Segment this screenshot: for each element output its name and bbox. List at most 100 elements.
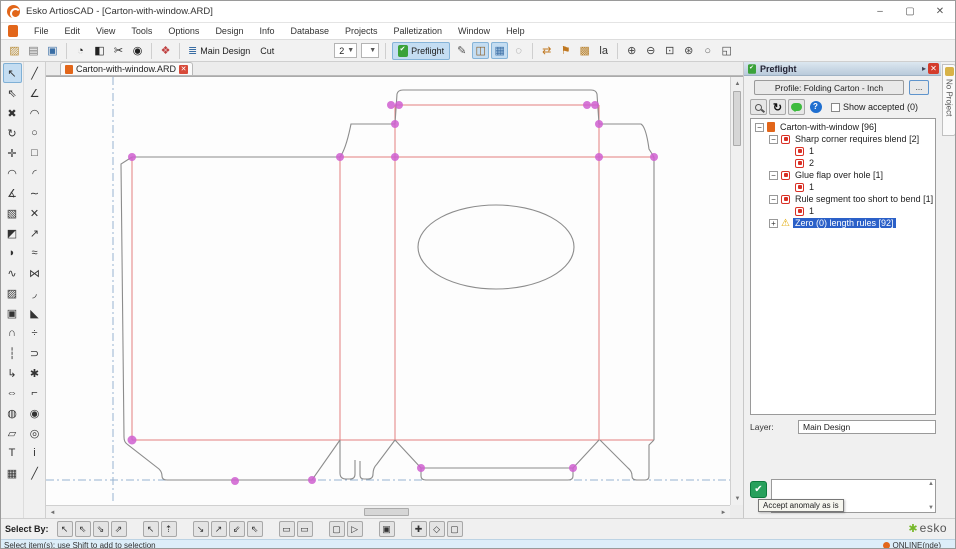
maximize-button[interactable]: ▢	[895, 1, 925, 22]
convert-to-3d-icon[interactable]: ◧	[91, 42, 108, 59]
dimension-tool[interactable]: ⇔	[3, 383, 22, 403]
hscroll-thumb[interactable]	[364, 508, 409, 516]
select-curve-button[interactable]: ⇙	[228, 521, 245, 537]
tree-item[interactable]: 1	[751, 145, 935, 157]
select-layer-button[interactable]: ▷	[346, 521, 363, 537]
drawing-canvas[interactable]: ▲ ▼ ◄ ►	[46, 76, 743, 518]
profile-more-button[interactable]: ...	[909, 80, 929, 95]
lasso-icon[interactable]: ◌	[510, 42, 527, 59]
layer-field[interactable]: Main Design	[798, 420, 936, 434]
lock-tool[interactable]: ◉	[25, 403, 44, 423]
menu-view[interactable]: View	[88, 26, 123, 36]
tree-item[interactable]: − Carton-with-window [96]	[751, 121, 935, 133]
layer-selector[interactable]: ≣ Main Design	[184, 42, 254, 59]
close-button[interactable]: ✕	[925, 1, 955, 22]
select-rect-touching-button[interactable]: ▭	[296, 521, 313, 537]
menu-design[interactable]: Design	[207, 26, 251, 36]
counter-tool[interactable]: ◎	[25, 423, 44, 443]
tree-item[interactable]: 1	[751, 181, 935, 193]
menu-database[interactable]: Database	[282, 26, 337, 36]
menu-tools[interactable]: Tools	[123, 26, 160, 36]
collapse-icon[interactable]: −	[769, 194, 778, 204]
bridge-tool[interactable]: ∩	[3, 323, 22, 343]
info-tool[interactable]: i	[25, 443, 44, 463]
pin-icon[interactable]: ▸	[922, 64, 926, 73]
corner-tool[interactable]: ⌐	[25, 383, 44, 403]
tree-item[interactable]: 2	[751, 157, 935, 169]
vscroll-thumb[interactable]	[733, 91, 741, 146]
panel-close-icon[interactable]: ✕	[928, 63, 939, 74]
fill-tool[interactable]: ◩	[3, 223, 22, 243]
compare-arrows-icon[interactable]: ⇄	[538, 42, 555, 59]
select-inside-button[interactable]: ⇘	[92, 521, 109, 537]
tree-item[interactable]: − Sharp corner requires blend [2]	[751, 133, 935, 145]
menu-palletization[interactable]: Palletization	[386, 26, 451, 36]
collapse-icon[interactable]: −	[769, 170, 778, 180]
fit-screen-icon[interactable]: ◱	[718, 42, 735, 59]
offset-tool[interactable]: ≈	[25, 243, 44, 263]
flag-icon[interactable]: ⚑	[557, 42, 574, 59]
node-edit-tool[interactable]: ✱	[25, 363, 44, 383]
text-tool[interactable]: T	[3, 443, 22, 463]
window-grid-icon[interactable]: ▦	[491, 42, 509, 59]
globe-tool[interactable]: ◍	[3, 403, 22, 423]
measure-tool[interactable]: ∡	[3, 183, 22, 203]
menu-window[interactable]: Window	[450, 26, 498, 36]
adjust-arc-tool[interactable]: ◠	[3, 163, 22, 183]
slant-line-tool[interactable]: ╱	[25, 463, 44, 483]
select-line-button[interactable]: ↘	[192, 521, 209, 537]
preflight-panel-header[interactable]: Preflight ▸ ✕	[744, 62, 941, 76]
select-copy-button[interactable]: ▣	[378, 521, 395, 537]
zoom-window-icon[interactable]: ⊡	[661, 42, 678, 59]
spin-down-icon[interactable]: ▼	[928, 505, 934, 511]
menu-options[interactable]: Options	[160, 26, 207, 36]
vertical-scrollbar[interactable]: ▲ ▼	[730, 77, 743, 505]
perf-tool[interactable]: ┆	[3, 343, 22, 363]
plot-output-icon[interactable]: ▤	[25, 42, 42, 59]
curve-edit-tool[interactable]: ∿	[3, 263, 22, 283]
fillet-tool[interactable]: ◞	[25, 283, 44, 303]
arrow-path-tool[interactable]: ↳	[3, 363, 22, 383]
select-touching-button[interactable]: ⇗	[110, 521, 127, 537]
units-dropdown[interactable]: ▼	[361, 43, 380, 58]
rebuild-design-icon[interactable]: ◔	[72, 42, 89, 59]
rotate-tool[interactable]: ↻	[3, 123, 22, 143]
preflight-button[interactable]: Preflight	[392, 41, 451, 60]
select-point-button[interactable]: ↖	[142, 521, 159, 537]
line-tool[interactable]: ╱	[25, 63, 44, 83]
sketch-mode-icon[interactable]: ✎	[453, 42, 470, 59]
expand-icon[interactable]: +	[769, 218, 778, 228]
menu-help[interactable]: Help	[498, 26, 533, 36]
arc-point-tool[interactable]: ◠	[25, 103, 44, 123]
minimize-button[interactable]: –	[865, 1, 895, 22]
select-rect-inside-button[interactable]: ▭	[278, 521, 295, 537]
zoom-out-icon[interactable]: ⊖	[642, 42, 659, 59]
rectangle-tool[interactable]: □	[25, 143, 44, 163]
scale-dropdown[interactable]: 2 ▼	[334, 43, 358, 58]
tree-item[interactable]: − Glue flap over hole [1]	[751, 169, 935, 181]
select-designs-button[interactable]: ⇖	[74, 521, 91, 537]
collapse-icon[interactable]: −	[769, 134, 778, 144]
select-all-button[interactable]: ↖	[56, 521, 73, 537]
mirror-tool[interactable]: ⋈	[25, 263, 44, 283]
divide-tool[interactable]: ÷	[25, 323, 44, 343]
select-text-button[interactable]: ⇖	[246, 521, 263, 537]
select-group-button[interactable]: ▢	[328, 521, 345, 537]
open-file-icon[interactable]: ▨	[6, 42, 23, 59]
chamfer-tool[interactable]: ◣	[25, 303, 44, 323]
arc-tool[interactable]: ◜	[25, 163, 44, 183]
artios-3d-icon[interactable]: ◫	[472, 42, 490, 59]
circle-tool[interactable]: ○	[25, 123, 44, 143]
horizontal-scrollbar[interactable]: ◄ ►	[46, 505, 730, 518]
stamp-tool[interactable]: ▧	[3, 203, 22, 223]
delete-tool[interactable]: ✖	[3, 103, 22, 123]
no-project-tab[interactable]: No Project	[942, 64, 955, 136]
bezier-tool[interactable]: ∼	[25, 183, 44, 203]
select-zoom-button[interactable]: ▢	[446, 521, 463, 537]
accept-anomaly-button[interactable]: ✔	[750, 481, 767, 498]
menu-file[interactable]: File	[26, 26, 57, 36]
move-tool[interactable]: ✛	[3, 143, 22, 163]
image-tool[interactable]: ▣	[3, 303, 22, 323]
menu-projects[interactable]: Projects	[337, 26, 386, 36]
comment-button[interactable]	[788, 99, 805, 115]
